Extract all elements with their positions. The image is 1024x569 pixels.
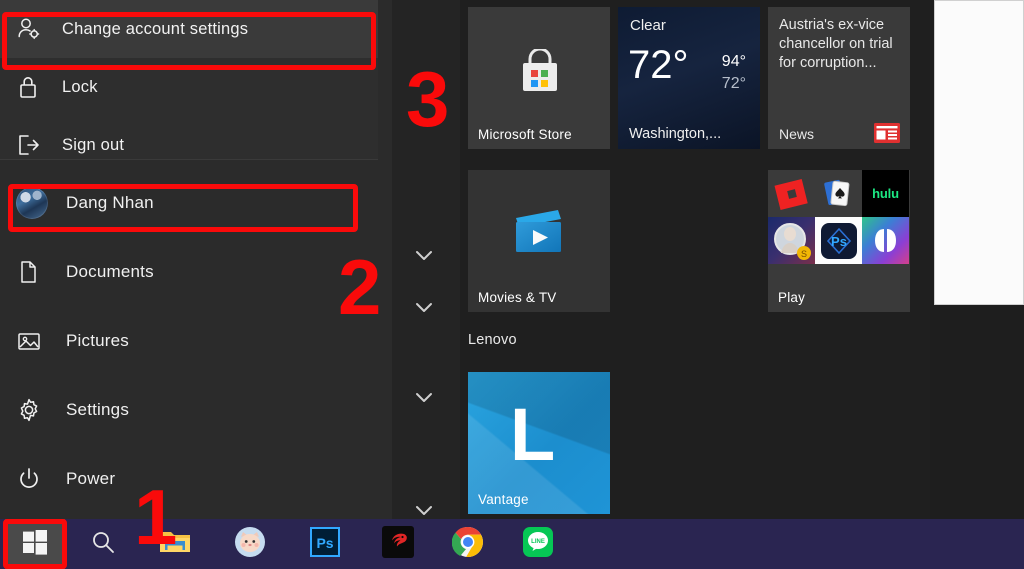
chevron-down-icon[interactable] — [412, 243, 436, 267]
play-tile-solitaire[interactable] — [815, 170, 862, 217]
news-headline: Austria's ex-vice chancellor on trial fo… — [779, 16, 899, 73]
tile-microsoft-store[interactable]: Microsoft Store — [468, 7, 610, 149]
garena-icon — [382, 526, 414, 563]
gear-icon — [16, 397, 66, 423]
weather-low-temp: 72° — [722, 75, 746, 93]
menu-item-sign-out[interactable]: Sign out — [0, 116, 378, 174]
annotation-number-2: 2 — [338, 248, 381, 326]
sidebar-item-label: Documents — [66, 262, 154, 282]
menu-item-lock[interactable]: Lock — [0, 58, 378, 116]
menu-item-change-account-settings[interactable]: Change account settings — [0, 0, 378, 58]
news-badge-icon — [874, 123, 900, 143]
screen: Change account settings Lock — [0, 0, 1024, 569]
taskbar-search-button[interactable] — [78, 519, 128, 569]
play-tile-photoshop-express[interactable]: Ps — [815, 217, 862, 264]
tile-group-play[interactable]: hulu S Ps — [768, 170, 910, 312]
svg-text:LINE: LINE — [531, 539, 545, 545]
document-icon — [16, 259, 66, 285]
start-rail-items: Dang Nhan Documents — [0, 168, 392, 513]
sidebar-item-settings[interactable]: Settings — [0, 375, 392, 444]
lenovo-vantage-icon: L — [510, 398, 555, 472]
power-icon — [16, 466, 66, 492]
background-window[interactable] — [934, 0, 1024, 305]
chrome-icon — [452, 526, 484, 563]
sidebar-item-documents[interactable]: Documents — [0, 237, 392, 306]
taskbar-photoshop-button[interactable]: Ps — [300, 519, 350, 569]
tile-label: Movies & TV — [478, 290, 556, 305]
tile-label: Vantage — [478, 492, 529, 507]
weather-condition: Clear — [630, 17, 666, 34]
tile-group-header-lenovo[interactable]: Lenovo — [468, 332, 517, 348]
play-tile-hulu[interactable]: hulu — [862, 170, 909, 217]
sidebar-item-label: Power — [66, 469, 115, 489]
picture-icon — [16, 329, 66, 353]
chevron-down-icon[interactable] — [412, 295, 436, 319]
play-tile-dolby[interactable] — [862, 217, 909, 264]
play-tile-game[interactable]: S — [768, 217, 815, 264]
news-source-label: News — [779, 126, 814, 142]
sidebar-item-power[interactable]: Power — [0, 444, 392, 513]
cat-avatar-icon — [234, 526, 266, 563]
lock-icon — [16, 74, 62, 100]
tile-movies-and-tv[interactable]: Movies & TV — [468, 170, 610, 312]
weather-high-temp: 94° — [722, 53, 746, 71]
menu-item-label: Change account settings — [62, 20, 248, 39]
weather-location: Washington,... — [629, 126, 721, 142]
windows-logo-icon — [22, 529, 48, 560]
line-icon: LINE — [523, 527, 553, 562]
movies-tv-icon — [514, 208, 566, 261]
weather-current-temp: 72° — [628, 45, 689, 85]
menu-item-label: Sign out — [62, 136, 124, 155]
sidebar-item-label: Pictures — [66, 331, 129, 351]
account-flyout: Change account settings Lock — [0, 0, 378, 160]
svg-text:S: S — [801, 249, 807, 259]
sign-out-icon — [16, 133, 62, 157]
tile-label: Microsoft Store — [478, 127, 572, 142]
sidebar-item-label: Settings — [66, 400, 129, 420]
svg-text:Ps: Ps — [831, 234, 847, 249]
account-settings-icon — [16, 16, 62, 42]
chevron-down-icon[interactable] — [412, 385, 436, 409]
taskbar-garena-button[interactable] — [373, 519, 423, 569]
taskbar-messenger-button[interactable] — [225, 519, 275, 569]
hulu-icon: hulu — [872, 186, 899, 201]
sidebar-item-label: Dang Nhan — [66, 193, 154, 213]
start-menu: Change account settings Lock — [0, 0, 930, 519]
annotation-number-3: 3 — [406, 60, 449, 138]
tile-lenovo-vantage[interactable]: L Vantage — [468, 372, 610, 514]
sidebar-item-pictures[interactable]: Pictures — [0, 306, 392, 375]
annotation-number-1: 1 — [134, 478, 177, 556]
photoshop-icon: Ps — [310, 527, 340, 562]
tile-weather[interactable]: Clear 72° 94° 72° Washington,... — [618, 7, 760, 149]
play-tile-roblox[interactable] — [768, 170, 815, 217]
tile-news[interactable]: Austria's ex-vice chancellor on trial fo… — [768, 7, 910, 149]
microsoft-store-icon — [518, 49, 562, 102]
start-button[interactable] — [5, 519, 65, 569]
taskbar-chrome-button[interactable] — [443, 519, 493, 569]
sidebar-item-user[interactable]: Dang Nhan — [0, 168, 392, 237]
avatar — [16, 187, 48, 219]
user-avatar-icon — [16, 187, 66, 219]
search-icon — [90, 529, 116, 560]
tile-label: Play — [778, 290, 805, 305]
menu-item-label: Lock — [62, 78, 98, 97]
svg-text:Ps: Ps — [316, 535, 333, 551]
taskbar-line-button[interactable]: LINE — [513, 519, 563, 569]
